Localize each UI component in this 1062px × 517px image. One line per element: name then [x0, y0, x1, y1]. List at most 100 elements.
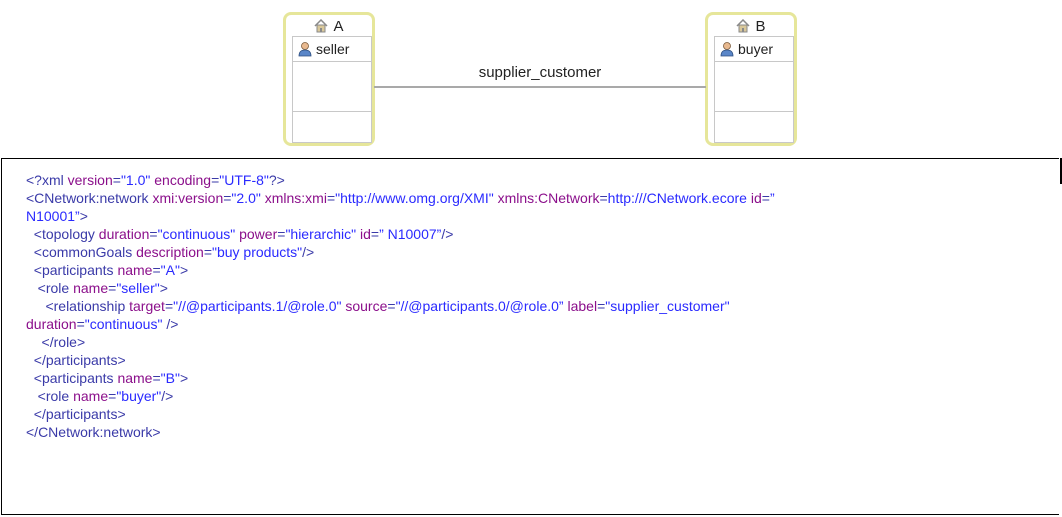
- xml-token: name: [73, 280, 109, 296]
- xml-line: </role>: [26, 333, 775, 351]
- xml-token: </CNetwork:network>: [26, 424, 161, 440]
- participant-a-name: A: [333, 17, 344, 35]
- xml-token: "supplier_customer": [605, 298, 730, 314]
- xml-line: <topology duration="continuous" power="h…: [26, 225, 775, 243]
- xml-token: =: [761, 190, 770, 206]
- xml-token: encoding: [154, 172, 212, 188]
- house-icon: [314, 19, 329, 33]
- xml-line: <?xml version="1.0" encoding="UTF-8"?>: [26, 171, 775, 189]
- xml-token: >: [179, 370, 189, 386]
- divider: [293, 111, 371, 112]
- xml-line: </participants>: [26, 405, 775, 423]
- xml-token: duration: [26, 316, 77, 332]
- xml-token: "B": [160, 370, 180, 386]
- role-seller-box: seller: [292, 36, 372, 143]
- xml-token: ” N10007”: [379, 226, 442, 242]
- house-icon: [736, 19, 751, 33]
- xml-line: <participants name="A">: [26, 261, 775, 279]
- xml-token: <role: [26, 280, 74, 296]
- xml-token: "UTF-8": [219, 172, 269, 188]
- xml-line: <role name="seller">: [26, 279, 775, 297]
- xml-line: <role name="buyer"/>: [26, 387, 775, 405]
- xml-token: <role: [26, 388, 74, 404]
- xml-line: <participants name="B">: [26, 369, 775, 387]
- xml-token: "//@participants.1/@role.0": [173, 298, 342, 314]
- xml-token: name: [117, 370, 153, 386]
- participant-a-header: A: [286, 15, 372, 37]
- xml-token: </participants>: [26, 352, 126, 368]
- xml-token: target: [129, 298, 165, 314]
- xml-line: <commonGoals description="buy products"/…: [26, 243, 775, 261]
- xml-token: xmlns:CNetwork: [497, 190, 600, 206]
- xml-token: >: [179, 262, 189, 278]
- xml-token: <relationship: [26, 298, 130, 314]
- role-buyer-label: buyer: [738, 41, 774, 57]
- xml-code-box: <?xml version="1.0" encoding="UTF-8"?> <C…: [1, 158, 1062, 515]
- xml-token: =: [76, 316, 85, 332]
- participant-a-box: A seller: [283, 12, 375, 146]
- xml-token: />: [302, 244, 315, 260]
- xml-token: name: [73, 388, 109, 404]
- xml-token: "continuous": [84, 316, 163, 332]
- xml-token: =: [164, 298, 174, 314]
- xml-token: http:///CNetwork.ecore: [607, 190, 747, 206]
- xml-token: ”: [769, 190, 775, 206]
- xml-token: "hierarchic": [285, 226, 357, 242]
- xml-token: />: [441, 226, 454, 242]
- xml-token: =: [599, 190, 608, 206]
- divider: [715, 111, 793, 112]
- xml-line: duration="continuous" />: [26, 315, 775, 333]
- xml-token: <CNetwork:network: [26, 190, 153, 206]
- role-seller[interactable]: seller: [292, 36, 372, 62]
- xml-token: source: [345, 298, 388, 314]
- relationship-connector[interactable]: [374, 86, 706, 88]
- xml-token: "//@participants.0/@role.0”: [395, 298, 564, 314]
- xml-token: =: [152, 262, 161, 278]
- xml-token: duration: [98, 226, 150, 242]
- xml-token: id: [750, 190, 762, 206]
- xml-token: =: [149, 226, 158, 242]
- xml-token: version: [67, 172, 113, 188]
- xml-token: "buy products": [212, 244, 303, 260]
- xml-token: =: [152, 370, 161, 386]
- xml-token: =: [387, 298, 396, 314]
- xml-token: description: [136, 244, 204, 260]
- xml-token: >: [79, 208, 88, 224]
- xml-token: =: [326, 190, 336, 206]
- xml-line: <CNetwork:network xmi:version = "2.0" xmln…: [26, 189, 775, 207]
- xml-line: </CNetwork:network>: [26, 423, 775, 441]
- xml-token: "2.0": [231, 190, 261, 206]
- xml-token: <?xml: [26, 172, 68, 188]
- xml-token: <participants: [26, 262, 118, 278]
- user-icon: [298, 42, 312, 57]
- xml-token: xmlns:xmi: [264, 190, 327, 206]
- role-seller-label: seller: [316, 41, 350, 57]
- xml-token: power: [239, 226, 278, 242]
- xml-token: xmi:version: [152, 190, 224, 206]
- xml-line: </participants>: [26, 351, 775, 369]
- xml-token: "A": [160, 262, 180, 278]
- xml-token: name: [117, 262, 153, 278]
- xml-token: label: [567, 298, 598, 314]
- participant-b-box: B buyer: [705, 12, 797, 146]
- participant-b-header: B: [708, 15, 794, 37]
- xml-token: />: [161, 388, 174, 404]
- xml-line: <relationship target="//@participants.1/…: [26, 297, 775, 315]
- xml-token: "1.0": [120, 172, 151, 188]
- xml-token: </role>: [26, 334, 86, 350]
- xml-token: <commonGoals: [26, 244, 137, 260]
- xml-token: <participants: [26, 370, 118, 386]
- xml-token: "continuous": [157, 226, 236, 242]
- user-icon: [720, 42, 734, 57]
- xml-token: =: [112, 172, 121, 188]
- participant-b-name: B: [755, 17, 766, 35]
- xml-token: </participants>: [26, 406, 126, 422]
- xml-token: <topology: [26, 226, 99, 242]
- role-buyer-box: buyer: [714, 36, 794, 143]
- xml-token: id: [359, 226, 371, 242]
- role-buyer[interactable]: buyer: [714, 36, 794, 62]
- xml-token: "seller": [116, 280, 160, 296]
- xml-token: ?>: [268, 172, 285, 188]
- xml-line: N10001”>: [26, 207, 775, 225]
- xml-token: >: [159, 280, 168, 296]
